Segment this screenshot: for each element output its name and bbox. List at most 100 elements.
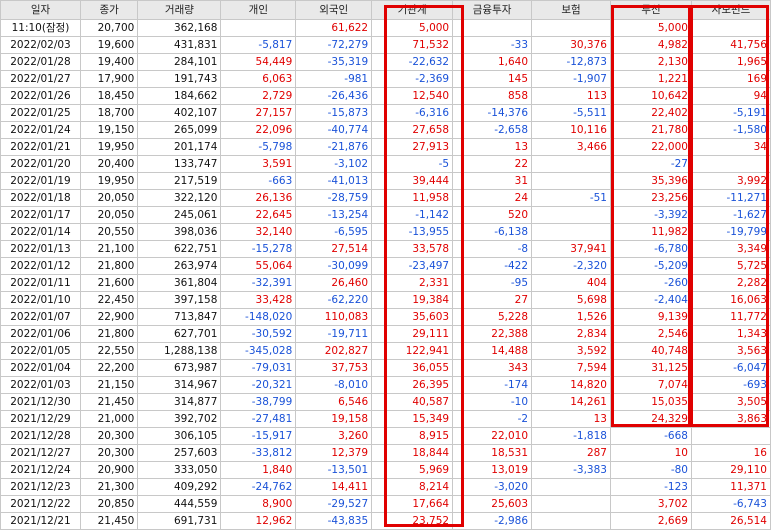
table-row[interactable]: 2022/01/18 20,050 322,120 26,136 -28,759 11,9… [0,189,772,207]
table-row[interactable]: 2021/12/24 20,900 333,050 1,840 -13,501 5,969… [0,461,772,479]
value-cell: 22,900 [79,308,139,326]
value-cell: -80 [609,461,692,479]
value-cell: 333,050 [137,461,222,479]
value-cell: 392,702 [137,410,222,428]
value-cell: 1,965 [690,53,772,71]
value-cell: 25,603 [452,495,533,513]
date-cell: 2022/01/11 [0,274,81,292]
value-cell: 8,214 [371,478,454,496]
table-row[interactable]: 2021/12/27 20,300 257,603 -33,812 12,379 18,8… [0,444,772,462]
table-row[interactable]: 2021/12/29 21,000 392,702 -27,481 19,158 15,3… [0,410,772,428]
date-cell: 2022/01/06 [0,325,81,343]
column-header[interactable]: 보험 [531,0,611,20]
value-cell: 5,725 [690,257,772,275]
value-cell: 22,645 [220,206,297,224]
column-header[interactable]: 종가 [79,0,139,20]
value-cell: -6,138 [452,223,533,241]
value-cell [220,19,297,37]
table-row[interactable]: 2022/02/03 19,600 431,831 -5,817 -72,279 71,5… [0,36,772,54]
value-cell: 3,992 [690,172,772,190]
value-cell: 362,168 [137,19,222,37]
value-cell: -6,047 [690,359,772,377]
value-cell: 22 [452,155,533,173]
table-row[interactable]: 2022/01/20 20,400 133,747 3,591 -3,102 -5 22 -2… [0,155,772,173]
table-row[interactable]: 2022/01/14 20,550 398,036 32,140 -6,595 -13,9… [0,223,772,241]
value-cell: 18,531 [452,444,533,462]
date-cell: 2022/01/26 [0,87,81,105]
value-cell: 27,913 [371,138,454,156]
table-row[interactable]: 11:10(잠정) 20,700 362,168 61,622 5,000 5,000 [0,19,772,37]
value-cell: 1,343 [690,325,772,343]
value-cell: -30,592 [220,325,297,343]
value-cell: 26,460 [295,274,373,292]
value-cell: 20,300 [79,427,139,445]
table-row[interactable]: 2022/01/24 19,150 265,099 22,096 -40,774 27,6… [0,121,772,139]
value-cell: 21,780 [609,121,692,139]
column-header[interactable]: 외국인 [295,0,373,20]
table-row[interactable]: 2022/01/12 21,800 263,974 55,064 -30,099 -23,… [0,257,772,275]
value-cell: 7,074 [609,376,692,394]
value-cell: -20,321 [220,376,297,394]
column-header[interactable]: 사모펀드 [690,0,772,20]
table-row[interactable]: 2022/01/13 21,100 622,751 -15,278 27,514 33,5… [0,240,772,258]
value-cell: -422 [452,257,533,275]
value-cell: -35,319 [295,53,373,71]
column-header[interactable]: 기관계 [371,0,454,20]
value-cell: -29,527 [295,495,373,513]
table-row[interactable]: 2022/01/06 21,800 627,701 -30,592 -19,711 29,… [0,325,772,343]
date-cell: 2022/01/07 [0,308,81,326]
table-row[interactable]: 2022/01/17 20,050 245,061 22,645 -13,254 -1,1… [0,206,772,224]
value-cell: 2,546 [609,325,692,343]
table-row[interactable]: 2021/12/28 20,300 306,105 -15,917 3,260 8,915… [0,427,772,445]
value-cell: -6,743 [690,495,772,513]
value-cell: 55,064 [220,257,297,275]
value-cell: 31 [452,172,533,190]
value-cell: 21,450 [79,512,139,530]
date-cell: 2021/12/24 [0,461,81,479]
table-row[interactable]: 2022/01/04 22,200 673,987 -79,031 37,753 36,0… [0,359,772,377]
table-row[interactable]: 2022/01/03 21,150 314,967 -20,321 -8,010 26,3… [0,376,772,394]
value-cell: 22,450 [79,291,139,309]
value-cell: 35,396 [609,172,692,190]
value-cell: -15,873 [295,104,373,122]
value-cell: 20,050 [79,189,139,207]
table-row[interactable]: 2021/12/22 20,850 444,559 8,900 -29,527 17,66… [0,495,772,513]
value-cell: -2,404 [609,291,692,309]
date-cell: 2022/01/03 [0,376,81,394]
table-row[interactable]: 2022/01/11 21,600 361,804 -32,391 26,460 2,33… [0,274,772,292]
table-row[interactable]: 2021/12/23 21,300 409,292 -24,762 14,411 8,21… [0,478,772,496]
value-cell: 5,000 [609,19,692,37]
table-row[interactable]: 2021/12/30 21,450 314,877 -38,799 6,546 40,58… [0,393,772,411]
column-header[interactable]: 개인 [220,0,297,20]
value-cell: 19,950 [79,172,139,190]
value-cell: -3,102 [295,155,373,173]
value-cell: 36,055 [371,359,454,377]
table-row[interactable]: 2022/01/07 22,900 713,847 -148,020 110,083 35… [0,308,772,326]
investor-trading-grid: 일자 종가 거래량 개인 외국인 기관계 금융투자 보험 투신 사모펀드 11:10(잠정) 20,… [0,0,773,532]
table-row[interactable]: 2022/01/25 18,700 402,107 27,157 -15,873 -6,3… [0,104,772,122]
column-header[interactable]: 투신 [609,0,692,20]
date-cell: 2022/01/14 [0,223,81,241]
value-cell: 191,743 [137,70,222,88]
trading-table: 일자 종가 거래량 개인 외국인 기관계 금융투자 보험 투신 사모펀드 11:10(잠정) 20,… [0,0,772,530]
value-cell: 16 [690,444,772,462]
table-row[interactable]: 2022/01/21 19,950 201,174 -5,798 -21,876 27,9… [0,138,772,156]
column-header[interactable]: 일자 [0,0,81,20]
value-cell: 17,900 [79,70,139,88]
table-row[interactable]: 2022/01/26 18,450 184,662 2,729 -26,436 12,54… [0,87,772,105]
table-row[interactable]: 2022/01/19 19,950 217,519 -663 -41,013 39,444… [0,172,772,190]
value-cell: 287 [531,444,611,462]
value-cell: 6,546 [295,393,373,411]
table-row[interactable]: 2022/01/28 19,400 284,101 54,449 -35,319 -22,… [0,53,772,71]
table-row[interactable]: 2022/01/27 17,900 191,743 6,063 -981 -2,369 14… [0,70,772,88]
value-cell: 13,019 [452,461,533,479]
table-row[interactable]: 2022/01/05 22,550 1,288,138 -345,028 202,827… [0,342,772,360]
value-cell: 24,329 [609,410,692,428]
table-row[interactable]: 2022/01/10 22,450 397,158 33,428 -62,220 19,3… [0,291,772,309]
column-header[interactable]: 금융투자 [452,0,533,20]
value-cell: 37,941 [531,240,611,258]
column-header[interactable]: 거래량 [137,0,222,20]
table-row[interactable]: 2021/12/21 21,450 691,731 12,962 -43,835 23,7… [0,512,772,530]
value-cell: 22,200 [79,359,139,377]
value-cell: -2,658 [452,121,533,139]
